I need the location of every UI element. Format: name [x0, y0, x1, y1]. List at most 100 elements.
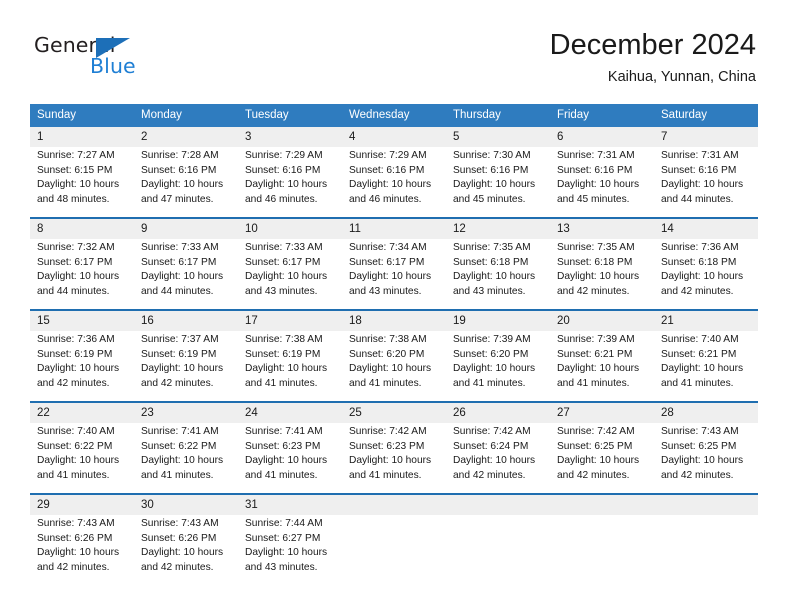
daylight-text-line1: Daylight: 10 hours: [661, 363, 744, 375]
daylight-text-line2: and 41 minutes.: [349, 469, 422, 481]
day-number[interactable]: 14: [654, 219, 758, 239]
sunset-text: Sunset: 6:23 PM: [349, 440, 425, 452]
day-number[interactable]: 23: [134, 403, 238, 423]
day-number[interactable]: 27: [550, 403, 654, 423]
day-number[interactable]: 20: [550, 311, 654, 331]
day-cell[interactable]: Sunrise: 7:40 AM Sunset: 6:22 PM Dayligh…: [30, 423, 134, 493]
day-number[interactable]: 11: [342, 219, 446, 239]
day-cell[interactable]: Sunrise: 7:33 AM Sunset: 6:17 PM Dayligh…: [238, 239, 342, 309]
day-cell[interactable]: Sunrise: 7:37 AM Sunset: 6:19 PM Dayligh…: [134, 331, 238, 401]
day-number[interactable]: 6: [550, 127, 654, 147]
day-number[interactable]: 28: [654, 403, 758, 423]
sunset-text: Sunset: 6:19 PM: [141, 348, 217, 360]
day-number-empty: [654, 495, 758, 515]
day-number[interactable]: 13: [550, 219, 654, 239]
day-cell[interactable]: Sunrise: 7:27 AM Sunset: 6:15 PM Dayligh…: [30, 147, 134, 217]
day-cell[interactable]: Sunrise: 7:40 AM Sunset: 6:21 PM Dayligh…: [654, 331, 758, 401]
day-number[interactable]: 7: [654, 127, 758, 147]
daylight-text-line1: Daylight: 10 hours: [37, 547, 120, 559]
day-number[interactable]: 15: [30, 311, 134, 331]
daylight-text-line2: and 43 minutes.: [245, 561, 318, 573]
daylight-text-line1: Daylight: 10 hours: [37, 455, 120, 467]
sunset-text: Sunset: 6:18 PM: [661, 256, 737, 268]
day-cell[interactable]: Sunrise: 7:41 AM Sunset: 6:23 PM Dayligh…: [238, 423, 342, 493]
day-cell[interactable]: Sunrise: 7:41 AM Sunset: 6:22 PM Dayligh…: [134, 423, 238, 493]
day-cell[interactable]: Sunrise: 7:34 AM Sunset: 6:17 PM Dayligh…: [342, 239, 446, 309]
day-cell[interactable]: Sunrise: 7:35 AM Sunset: 6:18 PM Dayligh…: [550, 239, 654, 309]
day-number[interactable]: 4: [342, 127, 446, 147]
day-cell[interactable]: Sunrise: 7:44 AM Sunset: 6:27 PM Dayligh…: [238, 515, 342, 585]
daylight-text-line1: Daylight: 10 hours: [557, 179, 640, 191]
day-number[interactable]: 17: [238, 311, 342, 331]
sunrise-text: Sunrise: 7:36 AM: [661, 242, 739, 253]
day-cell[interactable]: Sunrise: 7:43 AM Sunset: 6:26 PM Dayligh…: [30, 515, 134, 585]
day-cell[interactable]: Sunrise: 7:31 AM Sunset: 6:16 PM Dayligh…: [550, 147, 654, 217]
sunset-text: Sunset: 6:17 PM: [349, 256, 425, 268]
day-cell[interactable]: Sunrise: 7:42 AM Sunset: 6:24 PM Dayligh…: [446, 423, 550, 493]
sunset-text: Sunset: 6:17 PM: [141, 256, 217, 268]
day-cell[interactable]: Sunrise: 7:42 AM Sunset: 6:23 PM Dayligh…: [342, 423, 446, 493]
day-cell[interactable]: Sunrise: 7:31 AM Sunset: 6:16 PM Dayligh…: [654, 147, 758, 217]
day-cell[interactable]: Sunrise: 7:42 AM Sunset: 6:25 PM Dayligh…: [550, 423, 654, 493]
daylight-text-line2: and 46 minutes.: [245, 193, 318, 205]
sunrise-text: Sunrise: 7:38 AM: [245, 334, 323, 345]
sunrise-text: Sunrise: 7:30 AM: [453, 150, 531, 161]
day-number[interactable]: 16: [134, 311, 238, 331]
daylight-text-line2: and 42 minutes.: [37, 561, 110, 573]
day-number[interactable]: 12: [446, 219, 550, 239]
day-number[interactable]: 5: [446, 127, 550, 147]
day-number[interactable]: 18: [342, 311, 446, 331]
day-cell[interactable]: Sunrise: 7:33 AM Sunset: 6:17 PM Dayligh…: [134, 239, 238, 309]
day-number[interactable]: 21: [654, 311, 758, 331]
daylight-text-line1: Daylight: 10 hours: [661, 271, 744, 283]
day-number[interactable]: 8: [30, 219, 134, 239]
day-cell[interactable]: Sunrise: 7:43 AM Sunset: 6:26 PM Dayligh…: [134, 515, 238, 585]
daylight-text-line2: and 46 minutes.: [349, 193, 422, 205]
sunset-text: Sunset: 6:20 PM: [349, 348, 425, 360]
day-number[interactable]: 22: [30, 403, 134, 423]
day-number[interactable]: 25: [342, 403, 446, 423]
sunset-text: Sunset: 6:21 PM: [557, 348, 633, 360]
day-number[interactable]: 26: [446, 403, 550, 423]
sunrise-text: Sunrise: 7:38 AM: [349, 334, 427, 345]
day-cell[interactable]: Sunrise: 7:29 AM Sunset: 6:16 PM Dayligh…: [342, 147, 446, 217]
daylight-text-line2: and 42 minutes.: [661, 285, 734, 297]
sunset-text: Sunset: 6:18 PM: [453, 256, 529, 268]
daylight-text-line1: Daylight: 10 hours: [661, 455, 744, 467]
day-number-empty: [446, 495, 550, 515]
daylight-text-line2: and 44 minutes.: [661, 193, 734, 205]
sunset-text: Sunset: 6:22 PM: [37, 440, 113, 452]
day-cell[interactable]: Sunrise: 7:38 AM Sunset: 6:19 PM Dayligh…: [238, 331, 342, 401]
day-cell[interactable]: Sunrise: 7:30 AM Sunset: 6:16 PM Dayligh…: [446, 147, 550, 217]
day-cell[interactable]: Sunrise: 7:38 AM Sunset: 6:20 PM Dayligh…: [342, 331, 446, 401]
sunrise-text: Sunrise: 7:39 AM: [557, 334, 635, 345]
day-number[interactable]: 3: [238, 127, 342, 147]
daylight-text-line1: Daylight: 10 hours: [453, 179, 536, 191]
daylight-text-line1: Daylight: 10 hours: [141, 179, 224, 191]
day-cell[interactable]: Sunrise: 7:35 AM Sunset: 6:18 PM Dayligh…: [446, 239, 550, 309]
day-cell[interactable]: Sunrise: 7:36 AM Sunset: 6:19 PM Dayligh…: [30, 331, 134, 401]
sunset-text: Sunset: 6:25 PM: [661, 440, 737, 452]
day-cell[interactable]: Sunrise: 7:32 AM Sunset: 6:17 PM Dayligh…: [30, 239, 134, 309]
daylight-text-line2: and 47 minutes.: [141, 193, 214, 205]
day-cell[interactable]: Sunrise: 7:28 AM Sunset: 6:16 PM Dayligh…: [134, 147, 238, 217]
sunset-text: Sunset: 6:17 PM: [245, 256, 321, 268]
day-number[interactable]: 9: [134, 219, 238, 239]
day-number[interactable]: 1: [30, 127, 134, 147]
day-number[interactable]: 31: [238, 495, 342, 515]
day-number[interactable]: 19: [446, 311, 550, 331]
day-number[interactable]: 29: [30, 495, 134, 515]
day-number[interactable]: 10: [238, 219, 342, 239]
day-cell[interactable]: Sunrise: 7:43 AM Sunset: 6:25 PM Dayligh…: [654, 423, 758, 493]
day-cell[interactable]: Sunrise: 7:29 AM Sunset: 6:16 PM Dayligh…: [238, 147, 342, 217]
day-cell[interactable]: Sunrise: 7:39 AM Sunset: 6:20 PM Dayligh…: [446, 331, 550, 401]
daylight-text-line2: and 44 minutes.: [141, 285, 214, 297]
day-number[interactable]: 2: [134, 127, 238, 147]
day-number[interactable]: 30: [134, 495, 238, 515]
general-blue-logo[interactable]: General Blue: [34, 33, 164, 83]
daylight-text-line2: and 42 minutes.: [37, 377, 110, 389]
day-number[interactable]: 24: [238, 403, 342, 423]
day-cell[interactable]: Sunrise: 7:39 AM Sunset: 6:21 PM Dayligh…: [550, 331, 654, 401]
daylight-text-line2: and 43 minutes.: [349, 285, 422, 297]
day-cell[interactable]: Sunrise: 7:36 AM Sunset: 6:18 PM Dayligh…: [654, 239, 758, 309]
